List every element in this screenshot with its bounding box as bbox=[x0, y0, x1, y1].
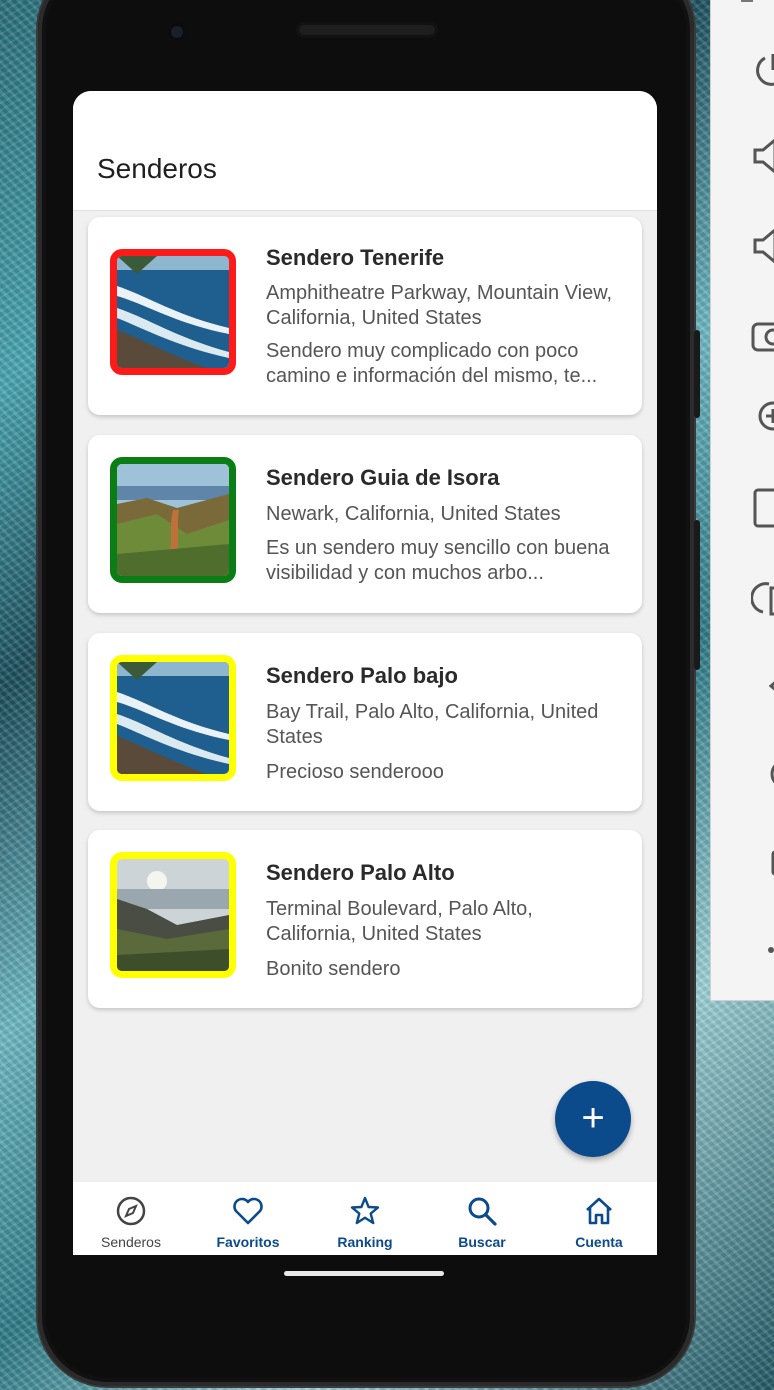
trail-name: Sendero Tenerife bbox=[266, 245, 445, 270]
add-trail-button[interactable]: + bbox=[555, 1081, 631, 1157]
trail-description: Sendero muy complicado con poco camino e… bbox=[266, 340, 598, 387]
nav-label-buscar: Buscar bbox=[458, 1234, 506, 1250]
app-screen: Senderos Sendero Tenerife Amphitheatre Pa… bbox=[73, 91, 657, 1255]
nav-label-senderos: Senderos bbox=[101, 1234, 161, 1250]
trail-card[interactable]: Sendero Palo bajo Bay Trail, Palo Alto, C… bbox=[88, 633, 642, 811]
star-icon bbox=[350, 1196, 380, 1225]
trail-location: Bay Trail, Palo Alto, California, United… bbox=[266, 701, 599, 748]
app-bar: Senderos bbox=[73, 91, 657, 211]
nav-item-favoritos[interactable]: Favoritos bbox=[190, 1182, 306, 1255]
trail-location: Amphitheatre Parkway, Mountain View, Cal… bbox=[266, 282, 613, 329]
trail-thumbnail bbox=[110, 249, 236, 375]
trail-thumbnail bbox=[110, 852, 236, 978]
emulator-toolbar bbox=[710, 0, 774, 1001]
trail-card[interactable]: Sendero Palo Alto Terminal Boulevard, Pal… bbox=[88, 830, 642, 1008]
camera-icon[interactable] bbox=[751, 314, 774, 354]
trail-location: Terminal Boulevard, Palo Alto, Californi… bbox=[266, 898, 533, 945]
trail-name: Sendero Guia de Isora bbox=[266, 465, 500, 490]
trail-location: Newark, California, United States bbox=[266, 503, 561, 525]
more-icon[interactable] bbox=[751, 930, 774, 970]
bottom-navigation: Senderos Favoritos Ranking Buscar Cuenta bbox=[73, 1182, 657, 1255]
earpiece-speaker bbox=[296, 22, 438, 38]
nav-item-senderos[interactable]: Senderos bbox=[73, 1182, 189, 1255]
nav-label-cuenta: Cuenta bbox=[575, 1234, 623, 1250]
nav-label-favoritos: Favoritos bbox=[216, 1234, 280, 1250]
trail-thumbnail bbox=[110, 655, 236, 781]
trail-name: Sendero Palo bajo bbox=[266, 663, 458, 688]
trail-card[interactable]: Sendero Tenerife Amphitheatre Parkway, Mo… bbox=[88, 217, 642, 415]
power-button bbox=[694, 330, 700, 418]
volume-up-icon[interactable] bbox=[751, 136, 774, 176]
minimize-icon[interactable] bbox=[741, 0, 753, 2]
nav-label-ranking: Ranking bbox=[337, 1234, 393, 1250]
page-title: Senderos bbox=[97, 153, 217, 184]
back-icon[interactable] bbox=[751, 666, 774, 706]
nav-item-ranking[interactable]: Ranking bbox=[307, 1182, 423, 1255]
rotate-right-icon[interactable] bbox=[750, 578, 774, 618]
trail-thumbnail bbox=[110, 457, 236, 583]
front-camera bbox=[167, 22, 187, 42]
overview-icon[interactable] bbox=[751, 842, 774, 882]
heart-icon bbox=[233, 1197, 263, 1225]
rotate-icon[interactable] bbox=[751, 488, 774, 528]
search-icon bbox=[468, 1197, 497, 1226]
compass-icon bbox=[116, 1196, 146, 1226]
trail-description: Es un sendero muy sencillo con buena vis… bbox=[266, 537, 610, 584]
gesture-bar[interactable] bbox=[284, 1271, 444, 1276]
home-icon bbox=[586, 1197, 612, 1225]
power-icon[interactable] bbox=[751, 50, 774, 90]
zoom-in-icon[interactable] bbox=[751, 396, 774, 436]
volume-rocker bbox=[694, 520, 700, 670]
trail-description: Bonito sendero bbox=[266, 958, 401, 980]
trail-name: Sendero Palo Alto bbox=[266, 860, 455, 885]
home-circle-icon[interactable] bbox=[751, 754, 774, 794]
volume-down-icon[interactable] bbox=[751, 226, 774, 266]
nav-item-buscar[interactable]: Buscar bbox=[424, 1182, 540, 1255]
nav-item-cuenta[interactable]: Cuenta bbox=[541, 1182, 657, 1255]
trail-description: Precioso senderooo bbox=[266, 761, 444, 783]
trail-card[interactable]: Sendero Guia de Isora Newark, California,… bbox=[88, 435, 642, 613]
